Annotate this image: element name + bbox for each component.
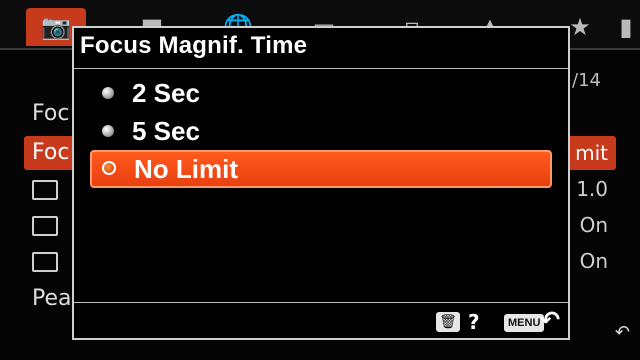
option-label: 2 Sec — [132, 78, 200, 108]
bg-menu-row-value: On — [579, 249, 608, 273]
radio-selected-icon — [102, 161, 116, 175]
option-5-sec[interactable]: 5 Sec — [90, 114, 552, 148]
image-icon — [32, 172, 58, 211]
bg-menu-row-value: 1.0 — [576, 177, 608, 201]
option-2-sec[interactable]: 2 Sec — [90, 76, 552, 110]
return-arrow-icon[interactable]: ↶ — [540, 306, 560, 334]
radio-dot-icon — [102, 87, 114, 99]
dialog-title: Focus Magnif. Time — [80, 32, 308, 59]
trash-icon[interactable]: 🗑 — [436, 312, 460, 332]
option-no-limit[interactable]: No Limit — [90, 150, 552, 188]
bg-menu-row-label: Foc — [32, 101, 70, 126]
dialog-footer: 🗑 ? MENU ↶ — [74, 302, 568, 338]
bg-menu-row-value: On — [579, 213, 608, 237]
menu-button[interactable]: MENU — [504, 314, 545, 332]
extra-tab-icon[interactable]: ▮ — [612, 8, 640, 46]
image-icon — [32, 208, 58, 247]
title-divider — [74, 68, 568, 69]
radio-dot-icon — [102, 125, 114, 137]
bg-menu-row-label: Foc — [32, 140, 70, 165]
bg-menu-row-value: mit — [575, 141, 608, 165]
help-button[interactable]: ? — [468, 310, 480, 334]
page-indicator: /14 — [572, 70, 601, 91]
image-icon — [32, 244, 58, 283]
focus-magnif-time-dialog: Focus Magnif. Time 2 Sec 5 Sec No Limit … — [72, 26, 570, 340]
camera-menu-screen: 📷 ■ 🌐 ▭ ▫ ▲ ★ ▮ /14 Foc Foc mit 1.0 On O… — [0, 0, 640, 360]
bg-back-icon[interactable]: ↶ — [615, 322, 630, 343]
footer-divider — [74, 302, 568, 303]
bg-menu-row-label: Pea — [32, 286, 72, 311]
option-label: 5 Sec — [132, 116, 200, 146]
option-label: No Limit — [134, 154, 238, 184]
